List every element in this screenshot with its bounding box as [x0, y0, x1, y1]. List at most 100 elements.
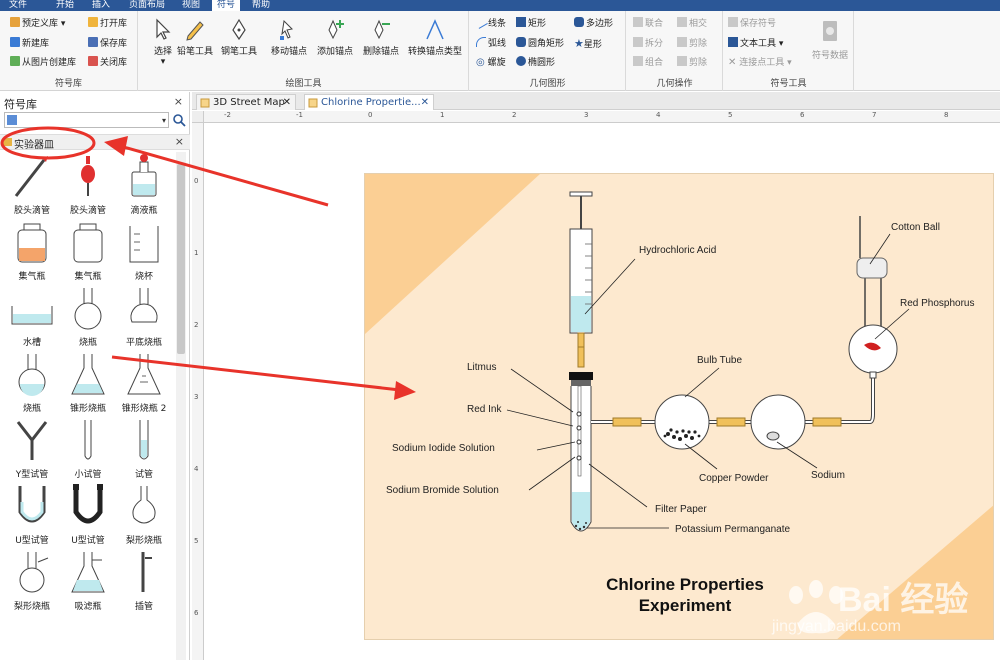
shape-label: 烧瓶	[78, 338, 97, 348]
pencil-tool-button[interactable]: 铅笔工具	[173, 17, 217, 57]
document-icon	[308, 98, 318, 108]
shape-item[interactable]: 烧杯	[116, 218, 172, 284]
bulb-dropper-icon	[81, 156, 95, 196]
folder-open-icon	[88, 17, 98, 27]
union-button[interactable]: 联合	[633, 17, 663, 31]
close-icon[interactable]: ✕	[421, 95, 429, 111]
shape-item[interactable]: 水槽	[4, 284, 60, 350]
connect-point-tool-button[interactable]: ✕ 连接点工具 ▾	[728, 56, 792, 70]
erlenmeyer-2-icon	[127, 354, 161, 395]
delete-anchor-button[interactable]: 删除锚点	[359, 17, 403, 57]
save-library-button[interactable]: 保存库	[88, 37, 127, 51]
polygon-tool-button[interactable]: 多边形	[574, 17, 613, 31]
menu-home[interactable]: 开始	[52, 0, 78, 11]
save-symbol-icon	[728, 17, 738, 27]
star-tool-button[interactable]: ★星形	[574, 37, 602, 51]
close-icon[interactable]: ✕	[283, 95, 291, 111]
ruler-mark: 5	[194, 537, 199, 545]
shape-item[interactable]: 锥形烧瓶	[60, 350, 116, 416]
ruler-mark: 1	[194, 249, 199, 257]
move-anchor-button[interactable]: 移动锚点	[267, 17, 311, 57]
group-geo-ops: 联合 相交 拆分 剪除 组合 剪除 几何操作	[627, 11, 723, 91]
library-select[interactable]: ▾	[4, 112, 169, 128]
line-tool-button[interactable]: 线条	[474, 15, 506, 31]
cut-button[interactable]: 剪除	[677, 56, 707, 70]
label-sodium: Sodium	[811, 470, 845, 481]
shape-item[interactable]: 胶头滴管	[60, 152, 116, 218]
from-image-library-button[interactable]: 从图片创建库	[10, 56, 76, 70]
shape-item[interactable]: U型试管	[4, 482, 60, 548]
pen-tool-button[interactable]: 钢笔工具	[217, 17, 261, 57]
menu-file[interactable]: 文件	[0, 0, 36, 11]
chevron-down-icon: ▾	[161, 116, 166, 125]
label-copper-powder: Copper Powder	[699, 473, 769, 484]
menu-help[interactable]: 帮助	[248, 0, 274, 11]
menu-symbol[interactable]: 符号	[212, 0, 240, 11]
ruler-mark: 8	[944, 111, 949, 119]
cursor-icon	[156, 18, 171, 40]
panel-scrollbar[interactable]	[176, 152, 186, 660]
label-sodium-iodide: Sodium Iodide Solution	[392, 443, 495, 454]
convert-anchor-button[interactable]: 转换锚点类型	[403, 17, 467, 57]
shape-label: U型试管	[71, 536, 105, 546]
open-library-button[interactable]: 打开库	[88, 17, 127, 31]
text-tool-button[interactable]: 文本工具 ▾	[728, 37, 783, 51]
ruler-mark: 0	[194, 177, 199, 185]
flask-red-phosphorus	[848, 216, 898, 379]
shape-item[interactable]: 吸滤瓶	[60, 548, 116, 614]
gas-jar-red-icon	[17, 223, 47, 263]
menu-page-layout[interactable]: 页面布局	[124, 0, 170, 11]
arc-icon	[476, 37, 486, 47]
spiral-tool-button[interactable]: ◎ 螺旋	[476, 56, 506, 70]
shape-item[interactable]: 梨形烧瓶	[116, 482, 172, 548]
shape-label: Y型试管	[15, 470, 49, 480]
round-rect-tool-button[interactable]: 圆角矩形	[516, 37, 564, 51]
round-flask-water-icon	[18, 354, 46, 396]
tab-3d-street-map[interactable]: 3D Street Map ✕	[196, 94, 296, 110]
shape-item[interactable]: 胶头滴管	[4, 152, 60, 218]
shape-item[interactable]: U型试管	[60, 482, 116, 548]
ellipse-tool-button[interactable]: 椭圆形	[516, 56, 555, 70]
shape-item[interactable]: 烧瓶	[60, 284, 116, 350]
intersect-button[interactable]: 相交	[677, 17, 707, 31]
category-bar[interactable]: 实验器皿 ×	[0, 134, 190, 151]
new-library-button[interactable]: 新建库	[10, 37, 49, 51]
syringe	[569, 191, 593, 368]
arc-tool-button[interactable]: 弧线	[476, 37, 506, 51]
shape-item[interactable]: 梨形烧瓶	[4, 548, 60, 614]
shape-item[interactable]: Y型试管	[4, 416, 60, 482]
panel-close-button[interactable]: ×	[174, 95, 183, 108]
rect-tool-button[interactable]: 矩形	[516, 17, 546, 31]
shape-item[interactable]: 插管	[116, 548, 172, 614]
subtract-button[interactable]: 剪除	[677, 37, 707, 51]
search-icon[interactable]	[172, 112, 186, 128]
close-library-button[interactable]: 关闭库	[88, 56, 127, 70]
shape-item[interactable]: 锥形烧瓶 2	[116, 350, 172, 416]
menu-view[interactable]: 视图	[178, 0, 204, 11]
split-button[interactable]: 拆分	[633, 37, 663, 51]
shape-item[interactable]: 小试管	[60, 416, 116, 482]
predefined-library-button[interactable]: 预定义库 ▾	[10, 17, 65, 31]
shape-item[interactable]: 试管	[116, 416, 172, 482]
diagram-page[interactable]: Hydrochloric Acid Cotton Ball Red Phosph…	[364, 173, 994, 640]
category-label: 实验器皿	[14, 140, 54, 151]
shape-item[interactable]: 滴液瓶	[116, 152, 172, 218]
shape-item[interactable]: 烧瓶	[4, 350, 60, 416]
polygon-icon	[574, 17, 584, 27]
panel-scroll-thumb[interactable]	[177, 164, 185, 354]
shape-item[interactable]: 平底烧瓶	[116, 284, 172, 350]
shape-item[interactable]: 集气瓶	[4, 218, 60, 284]
add-anchor-button[interactable]: 添加锚点	[313, 17, 357, 57]
tab-chlorine-properties[interactable]: Chlorine Propertie... ✕	[304, 94, 434, 110]
ruler-mark: 6	[194, 609, 199, 617]
ruler-mark: 1	[440, 111, 445, 119]
combine-button[interactable]: 组合	[633, 56, 663, 70]
round-flask-icon	[74, 288, 102, 330]
menu-insert[interactable]: 插入	[88, 0, 114, 11]
symbol-data-button[interactable]: 符号数据	[806, 19, 854, 61]
save-symbol-button[interactable]: 保存符号	[728, 17, 776, 31]
menu-bar: 文件 开始 插入 页面布局 视图 符号 帮助	[0, 0, 1000, 11]
ribbon: 预定义库 ▾ 新建库 从图片创建库 打开库 保存库 关闭库 符号库 选择 ▾ 铅笔…	[0, 11, 1000, 91]
shape-item[interactable]: 集气瓶	[60, 218, 116, 284]
category-close-button[interactable]: ×	[175, 135, 184, 148]
